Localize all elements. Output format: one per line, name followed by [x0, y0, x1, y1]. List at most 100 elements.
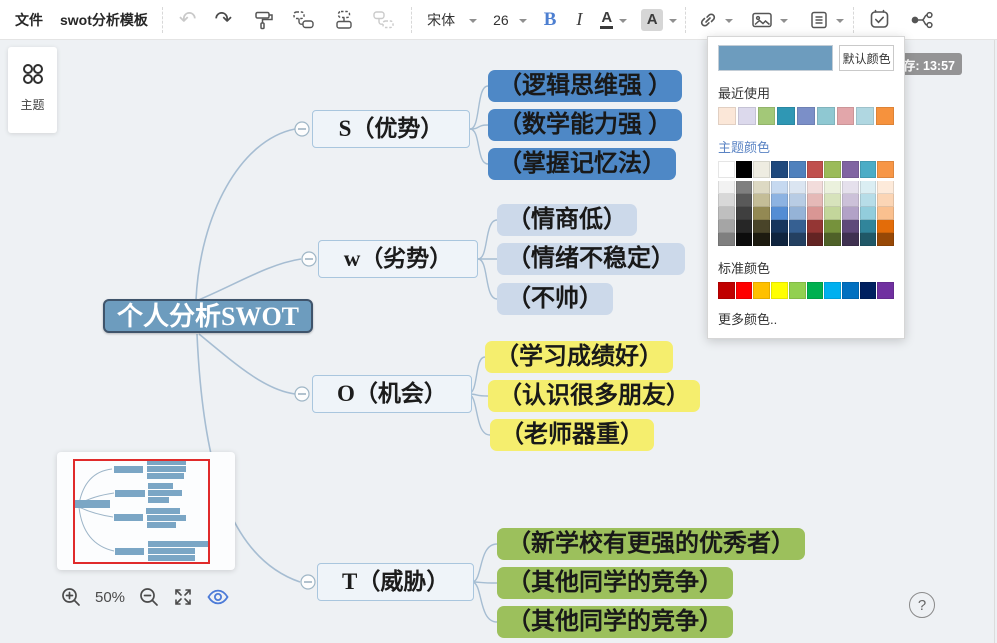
theme-color-swatch[interactable] [788, 161, 806, 178]
theme-color-swatch[interactable] [824, 194, 841, 207]
recent-color-swatch[interactable] [718, 107, 736, 125]
mindmap-child-node[interactable]: （其他同学的竞争） [497, 567, 733, 599]
theme-color-swatch[interactable] [718, 181, 735, 194]
standard-color-swatch[interactable] [841, 282, 859, 299]
theme-color-swatch[interactable] [735, 220, 753, 233]
theme-color-swatch[interactable] [877, 181, 895, 194]
theme-color-swatch[interactable] [735, 233, 753, 246]
highlight-color-button[interactable]: A [641, 8, 678, 31]
mindmap-root-node[interactable]: 个人分析SWOT [103, 299, 314, 333]
standard-color-swatch[interactable] [859, 282, 877, 299]
minimap-viewport[interactable] [73, 459, 210, 564]
theme-color-swatch[interactable] [859, 161, 877, 178]
theme-color-swatch[interactable] [771, 194, 788, 207]
default-color-button[interactable]: 默认颜色 [839, 45, 894, 71]
undo-button[interactable]: ↶ [179, 9, 197, 30]
format-painter-button[interactable] [253, 9, 275, 31]
mindmap-child-node[interactable]: （认识很多朋友） [488, 380, 700, 412]
mindmap-branch-node[interactable]: w（劣势） [318, 240, 478, 278]
insert-link-button[interactable] [697, 9, 734, 31]
file-menu[interactable]: 文件 [15, 10, 43, 30]
theme-color-swatch[interactable] [877, 161, 895, 178]
standard-color-swatch[interactable] [771, 282, 788, 299]
theme-color-swatch[interactable] [753, 233, 771, 246]
mindmap-child-node[interactable]: （老师器重） [490, 419, 654, 451]
recent-color-swatch[interactable] [836, 107, 855, 125]
recent-color-swatch[interactable] [856, 107, 875, 125]
theme-color-swatch[interactable] [806, 220, 824, 233]
theme-color-swatch[interactable] [718, 233, 735, 246]
theme-color-swatch[interactable] [877, 220, 895, 233]
current-color-swatch[interactable] [718, 45, 834, 71]
mindmap-child-node[interactable]: （不帅） [497, 283, 613, 315]
theme-color-swatch[interactable] [753, 220, 771, 233]
mindmap-branch-node[interactable]: O（机会） [312, 375, 472, 413]
theme-color-swatch[interactable] [841, 233, 859, 246]
theme-color-swatch[interactable] [877, 194, 895, 207]
font-color-button[interactable]: A [600, 10, 628, 29]
more-colors-link[interactable]: 更多颜色.. [718, 309, 894, 328]
minimap-toggle-button[interactable] [206, 586, 230, 608]
standard-color-swatch[interactable] [718, 282, 735, 299]
theme-color-swatch[interactable] [788, 207, 806, 220]
theme-color-swatch[interactable] [806, 161, 824, 178]
insert-note-button[interactable] [808, 9, 845, 31]
theme-color-swatch[interactable] [771, 161, 788, 178]
standard-color-swatch[interactable] [824, 282, 841, 299]
insert-sibling-topic-button[interactable] [292, 9, 316, 31]
standard-color-swatch[interactable] [753, 282, 771, 299]
mindmap-branch-node[interactable]: T（威胁） [317, 563, 475, 601]
standard-color-swatch[interactable] [806, 282, 824, 299]
theme-color-swatch[interactable] [771, 181, 788, 194]
recent-color-swatch[interactable] [816, 107, 835, 125]
standard-color-swatch[interactable] [788, 282, 806, 299]
mindmap-child-node[interactable]: （数学能力强 ） [488, 109, 682, 141]
recent-color-swatch[interactable] [876, 107, 895, 125]
theme-color-swatch[interactable] [859, 194, 877, 207]
mindmap-branch-node[interactable]: S（优势） [312, 110, 470, 148]
theme-color-swatch[interactable] [841, 161, 859, 178]
fit-screen-button[interactable] [173, 587, 193, 607]
mindmap-child-node[interactable]: （新学校有更强的优秀者） [497, 528, 805, 560]
redo-button[interactable]: ↷ [215, 9, 233, 30]
mindmap-child-node[interactable]: （其他同学的竞争） [497, 606, 733, 638]
theme-color-swatch[interactable] [841, 207, 859, 220]
theme-color-swatch[interactable] [877, 233, 895, 246]
recent-color-swatch[interactable] [737, 107, 756, 125]
theme-panel[interactable]: 主题 [8, 47, 57, 133]
theme-color-swatch[interactable] [824, 161, 841, 178]
task-button[interactable] [868, 8, 891, 31]
insert-image-button[interactable] [750, 9, 789, 31]
theme-color-swatch[interactable] [771, 220, 788, 233]
theme-color-swatch[interactable] [806, 233, 824, 246]
theme-color-swatch[interactable] [718, 194, 735, 207]
theme-color-swatch[interactable] [788, 233, 806, 246]
theme-color-swatch[interactable] [824, 233, 841, 246]
theme-color-swatch[interactable] [753, 207, 771, 220]
theme-color-swatch[interactable] [877, 207, 895, 220]
theme-color-swatch[interactable] [824, 220, 841, 233]
theme-color-swatch[interactable] [735, 161, 753, 178]
zoom-out-button[interactable] [138, 586, 160, 608]
standard-color-swatch[interactable] [735, 282, 753, 299]
mindmap-child-node[interactable]: （掌握记忆法） [488, 148, 676, 180]
theme-color-swatch[interactable] [859, 233, 877, 246]
theme-color-swatch[interactable] [788, 181, 806, 194]
mindmap-child-node[interactable]: （学习成绩好） [485, 341, 673, 373]
theme-color-swatch[interactable] [753, 194, 771, 207]
theme-color-swatch[interactable] [841, 181, 859, 194]
insert-child-topic-button[interactable] [333, 9, 355, 31]
theme-color-swatch[interactable] [771, 207, 788, 220]
mindmap-child-node[interactable]: （情绪不稳定） [497, 243, 685, 275]
theme-color-swatch[interactable] [788, 220, 806, 233]
theme-color-swatch[interactable] [824, 207, 841, 220]
theme-color-swatch[interactable] [735, 207, 753, 220]
theme-color-swatch[interactable] [735, 181, 753, 194]
theme-color-swatch[interactable] [788, 194, 806, 207]
theme-color-swatch[interactable] [859, 220, 877, 233]
mindmap-child-node[interactable]: （逻辑思维强 ） [488, 70, 682, 102]
theme-color-swatch[interactable] [824, 181, 841, 194]
theme-color-swatch[interactable] [806, 207, 824, 220]
minimap-panel[interactable] [57, 452, 235, 570]
theme-color-swatch[interactable] [859, 181, 877, 194]
